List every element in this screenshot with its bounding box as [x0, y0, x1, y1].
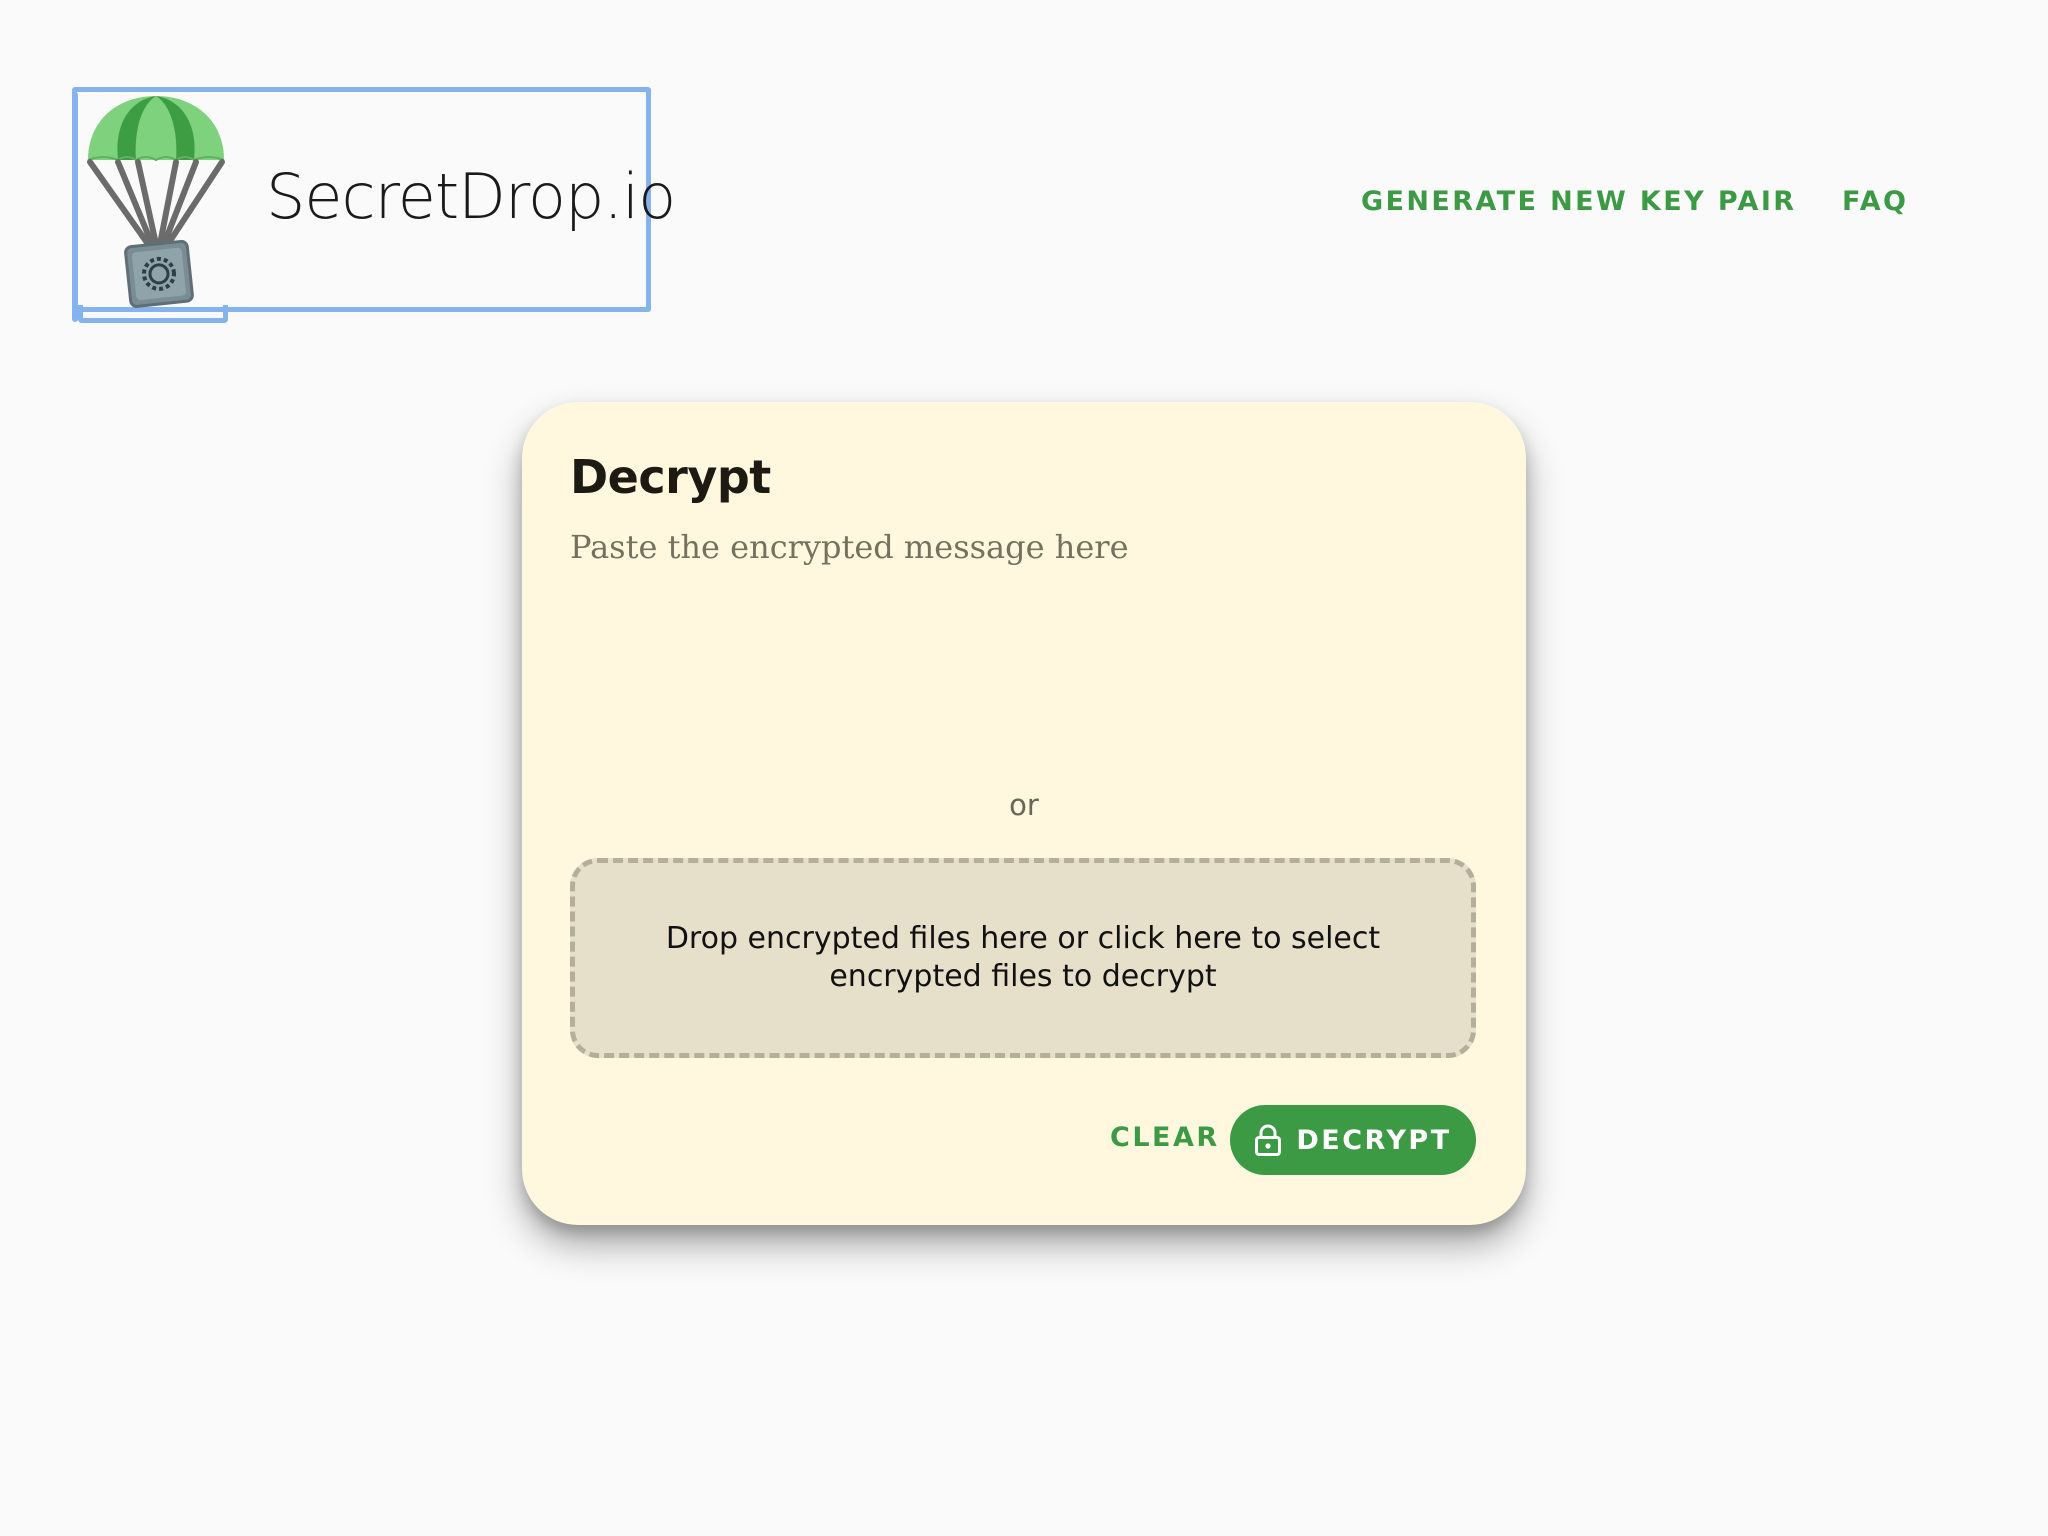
encrypted-message-input[interactable] [570, 528, 1476, 778]
clear-button[interactable]: CLEAR [1076, 1104, 1254, 1170]
nav-faq[interactable]: FAQ [1842, 186, 1908, 217]
lock-icon [1255, 1124, 1282, 1156]
decrypt-button-label: DECRYPT [1296, 1124, 1452, 1156]
card-title: Decrypt [570, 450, 771, 504]
decrypt-card: Decrypt or Drop encrypted files here or … [522, 402, 1526, 1225]
decrypt-button[interactable]: DECRYPT [1230, 1105, 1476, 1175]
brand-name[interactable]: SecretDrop.io [266, 160, 676, 233]
nav-generate-key-pair[interactable]: GENERATE NEW KEY PAIR [1361, 186, 1796, 217]
dropzone-text: Drop encrypted files here or click here … [665, 921, 1381, 994]
or-separator: or [1009, 788, 1039, 822]
file-dropzone[interactable]: Drop encrypted files here or click here … [570, 858, 1476, 1058]
parachute-safe-logo-icon [87, 96, 225, 308]
